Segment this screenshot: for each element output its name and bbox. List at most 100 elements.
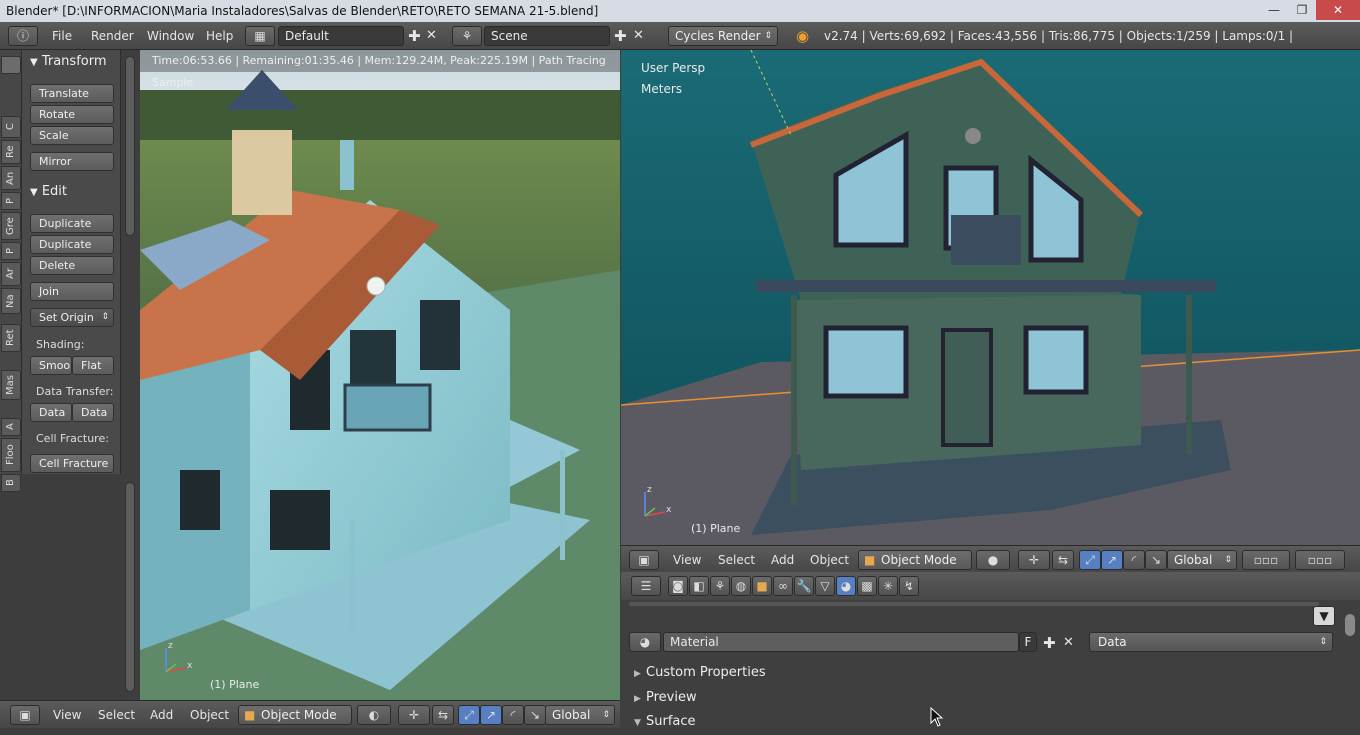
tab-a[interactable]: A [1, 418, 21, 436]
lower-scrollbar[interactable] [125, 482, 135, 692]
flat-button[interactable]: Flat [72, 356, 114, 375]
data-layout-button[interactable]: Data [72, 403, 114, 422]
menu-add[interactable]: Add [150, 701, 173, 729]
fake-user-button[interactable]: F [1019, 632, 1037, 652]
layers-icon[interactable]: ▫▫▫ [1242, 550, 1290, 570]
orientation-select[interactable]: Global ⇕ [1167, 550, 1237, 570]
data-transfer-button[interactable]: Data [30, 403, 72, 422]
add-layout-icon[interactable]: ✚ [408, 22, 421, 50]
editor-type-icon[interactable]: ▣ [629, 550, 659, 570]
render-engine-select[interactable]: Cycles Render ⇕ [668, 26, 778, 46]
tab-p2[interactable]: P [1, 242, 21, 260]
menu-render[interactable]: Render [91, 22, 134, 50]
material-browse-icon[interactable]: ◕ [629, 632, 661, 652]
remove-layout-icon[interactable]: ✕ [426, 22, 437, 50]
render-layers-tab-icon[interactable]: ◧ [689, 576, 709, 596]
tab-physics[interactable]: P [1, 192, 21, 210]
tab-mas[interactable]: Mas [1, 370, 21, 400]
menu-view[interactable]: View [53, 701, 81, 729]
tab-create[interactable]: C [1, 116, 21, 138]
new-material-icon[interactable]: ✚ [1043, 629, 1056, 657]
menu-select[interactable]: Select [718, 546, 755, 574]
material-name-field[interactable]: Material [663, 632, 1019, 652]
duplicate-button[interactable]: Duplicate [30, 214, 114, 233]
tab-retopo[interactable]: Ret [1, 324, 21, 352]
tab-grease-pencil[interactable]: Gre [1, 212, 21, 240]
close-button[interactable]: ✕ [1316, 0, 1360, 20]
panel-custom-properties[interactable]: ▶ Custom Properties [628, 661, 1334, 684]
tab-strip-top[interactable] [1, 56, 21, 74]
panel-preview[interactable]: ▶ Preview [628, 686, 1334, 709]
material-slot-list[interactable] [629, 602, 1319, 606]
particles-tab-icon[interactable]: ✳ [878, 576, 898, 596]
menu-view[interactable]: View [673, 546, 701, 574]
object-tab-icon[interactable]: ■ [752, 576, 772, 596]
set-origin-select[interactable]: Set Origin ⇕ [30, 308, 114, 327]
editor-type-icon[interactable]: ☰ [631, 576, 661, 596]
tool-shelf-scrollbar[interactable] [125, 56, 135, 236]
edit-panel-header[interactable]: ▼ Edit [30, 184, 67, 199]
info-editor-icon[interactable]: ⓘ [8, 26, 38, 46]
menu-object[interactable]: Object [810, 546, 849, 574]
add-scene-icon[interactable]: ✚ [614, 22, 627, 50]
translate-manipulator-icon[interactable]: ⤢ [1079, 550, 1101, 570]
join-button[interactable]: Join [30, 282, 114, 301]
scale-manipulator-icon[interactable]: ↘ [524, 705, 546, 725]
tab-animation[interactable]: An [1, 166, 21, 190]
translate-manipulator-icon[interactable]: ⤢ [458, 705, 480, 725]
scene-field[interactable]: Scene [484, 26, 610, 46]
delete-button[interactable]: Delete [30, 256, 114, 275]
panel-surface[interactable]: ▼ Surface [628, 710, 1334, 733]
data-tab-icon[interactable]: ▽ [815, 576, 835, 596]
cell-fracture-button[interactable]: Cell Fracture [30, 454, 114, 473]
menu-help[interactable]: Help [206, 22, 233, 50]
viewport-shading-icon[interactable]: ◐ [357, 705, 391, 725]
minimize-button[interactable]: — [1260, 0, 1288, 20]
mode-select[interactable]: ■ Object Mode [858, 550, 972, 570]
tab-na[interactable]: Na [1, 288, 21, 314]
modifiers-tab-icon[interactable]: 🔧 [794, 576, 814, 596]
menu-add[interactable]: Add [771, 546, 794, 574]
scene-tab-icon[interactable]: ⚘ [710, 576, 730, 596]
screen-layout-icon[interactable]: ▦ [245, 26, 275, 46]
mirror-button[interactable]: Mirror [30, 152, 114, 171]
pivot-point-icon[interactable]: ✛ [398, 705, 430, 725]
rendered-viewport[interactable]: (1) Plane z x [140, 50, 620, 700]
manipulator-toggle-icon[interactable]: ⇆ [432, 705, 454, 725]
scene-icon[interactable]: ⚘ [452, 26, 482, 46]
tab-relations[interactable]: Re [1, 140, 21, 164]
tab-archimesh[interactable]: Ar [1, 262, 21, 286]
smooth-button[interactable]: Smoo [30, 356, 72, 375]
layers-icon-2[interactable]: ▫▫▫ [1295, 550, 1345, 570]
pivot-point-icon[interactable]: ✛ [1018, 550, 1050, 570]
menu-file[interactable]: File [52, 22, 72, 50]
texture-tab-icon[interactable]: ▩ [857, 576, 877, 596]
viewport-shading-icon[interactable]: ● [976, 550, 1010, 570]
manipulator-toggle-icon[interactable]: ⇆ [1052, 550, 1074, 570]
tab-b[interactable]: B [1, 474, 21, 492]
editor-type-icon[interactable]: ▣ [10, 705, 40, 725]
rotate-arc-icon[interactable]: ◜ [502, 705, 524, 725]
menu-select[interactable]: Select [98, 701, 135, 729]
rotate-button[interactable]: Rotate [30, 105, 114, 124]
menu-window[interactable]: Window [147, 22, 194, 50]
rotate-manipulator-icon[interactable]: ↗ [1101, 550, 1123, 570]
mode-select[interactable]: ■ Object Mode [238, 705, 352, 725]
remove-scene-icon[interactable]: ✕ [633, 22, 644, 50]
transform-panel-header[interactable]: ▼ Transform [30, 54, 107, 69]
translate-button[interactable]: Translate [30, 84, 114, 103]
orientation-select[interactable]: Global ⇕ [545, 705, 615, 725]
duplicate-linked-button[interactable]: Duplicate Li... [30, 235, 114, 268]
constraints-tab-icon[interactable]: ∞ [773, 576, 793, 596]
world-tab-icon[interactable]: ◍ [731, 576, 751, 596]
maximize-button[interactable]: ❐ [1288, 0, 1316, 20]
scale-button[interactable]: Scale [30, 126, 114, 145]
slot-menu-icon[interactable]: ▼ [1313, 606, 1335, 626]
scale-manipulator-icon[interactable]: ↘ [1145, 550, 1167, 570]
solid-3d-viewport[interactable]: User Persp Meters (1) Plane z x [621, 50, 1360, 545]
properties-scrollbar[interactable] [1345, 614, 1355, 636]
material-link-select[interactable]: Data ⇕ [1089, 632, 1333, 652]
unlink-material-icon[interactable]: ✕ [1063, 629, 1074, 657]
rotate-arc-icon[interactable]: ◜ [1123, 550, 1145, 570]
screen-layout-field[interactable]: Default [278, 26, 404, 46]
